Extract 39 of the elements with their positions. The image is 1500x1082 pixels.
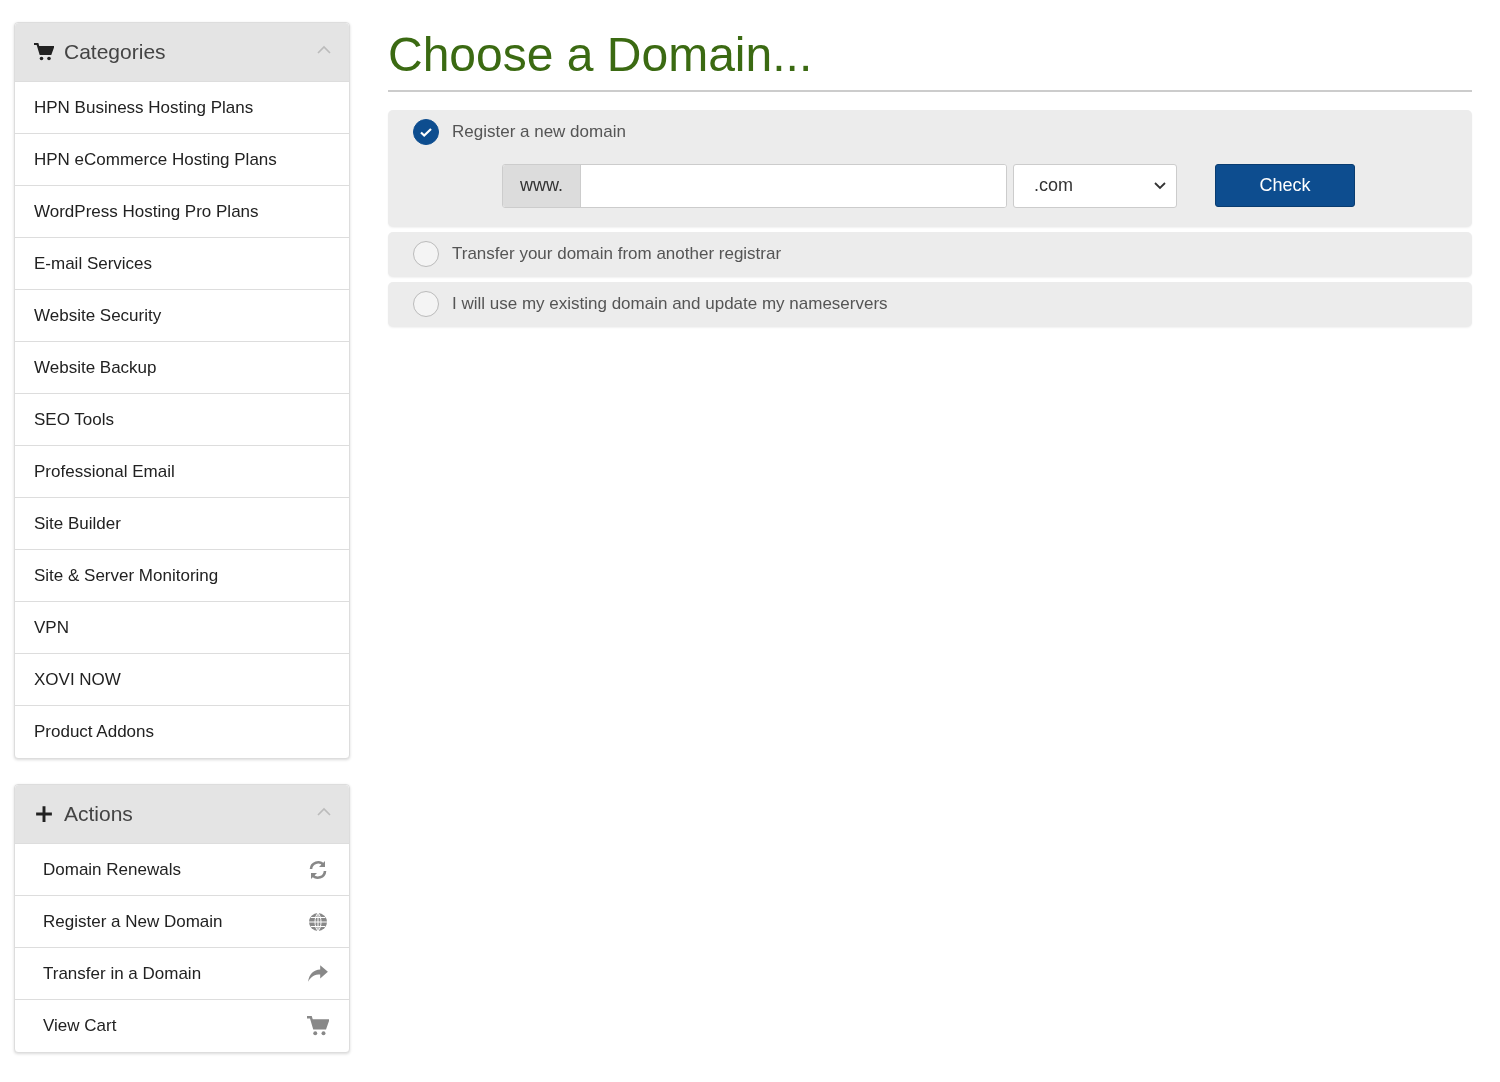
cart-icon: [34, 43, 54, 61]
sidebar-link[interactable]: HPN eCommerce Hosting Plans: [15, 134, 349, 186]
sidebar-link[interactable]: VPN: [15, 602, 349, 654]
globe-icon: [307, 911, 329, 932]
sidebar-link[interactable]: Site & Server Monitoring: [15, 550, 349, 602]
sidebar-link[interactable]: Register a New Domain: [15, 896, 349, 948]
sidebar-link[interactable]: View Cart: [15, 1000, 349, 1052]
cart-icon: [307, 1016, 329, 1036]
radio-button[interactable]: [413, 240, 439, 267]
sidebar-link[interactable]: XOVI NOW: [15, 654, 349, 706]
option-label: Register a new domain: [452, 121, 626, 142]
option-label: Transfer your domain from another registrar: [452, 243, 782, 264]
sidebar-link[interactable]: Product Addons: [15, 706, 349, 758]
sidebar-link[interactable]: HPN Business Hosting Plans: [15, 82, 349, 134]
refresh-icon: [307, 859, 329, 880]
radio-button[interactable]: [413, 290, 439, 317]
check-button[interactable]: Check: [1215, 164, 1355, 208]
arrow-icon: [307, 963, 329, 984]
caret-icon: [1154, 181, 1166, 190]
sidebar-link[interactable]: Website Security: [15, 290, 349, 342]
panel-title: Categories: [64, 40, 167, 64]
sidebar-link[interactable]: SEO Tools: [15, 394, 349, 446]
sidebar-link[interactable]: Professional Email: [15, 446, 349, 498]
input-prefix: www.: [503, 164, 581, 207]
panel-title: Actions: [64, 802, 134, 826]
plus-icon: [34, 805, 54, 823]
sidebar-link[interactable]: WordPress Hosting Pro Plans: [15, 186, 349, 238]
option-label: I will use my existing domain and update my nameservers: [452, 293, 888, 314]
page-title: Choose a Domain...: [388, 26, 1472, 92]
sidebar-link[interactable]: Website Backup: [15, 342, 349, 394]
chevron-icon[interactable]: [317, 45, 331, 54]
tld-dropdown[interactable]: .com: [1013, 163, 1177, 208]
domain-input-field[interactable]: www.: [502, 163, 1007, 208]
sidebar-link[interactable]: Site Builder: [15, 498, 349, 550]
sidebar-link[interactable]: Domain Renewals: [15, 844, 349, 896]
sidebar-link[interactable]: E-mail Services: [15, 238, 349, 290]
sidebar-link[interactable]: Transfer in a Domain: [15, 948, 349, 1000]
radio-button[interactable]: [413, 118, 439, 145]
chevron-icon[interactable]: [317, 807, 331, 816]
